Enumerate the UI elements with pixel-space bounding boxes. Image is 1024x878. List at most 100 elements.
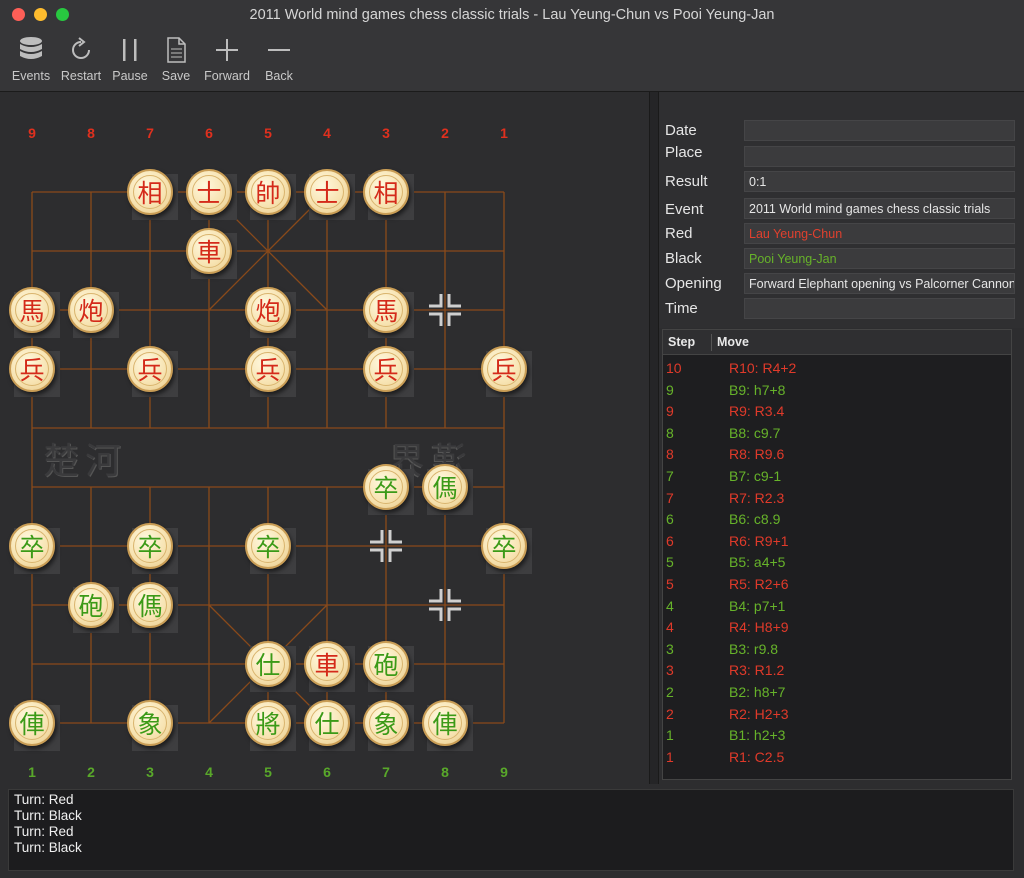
event-field[interactable]: 2011 World mind games chess classic tria… xyxy=(744,198,1015,219)
piece-red[interactable]: 馬 xyxy=(9,287,55,333)
piece-red[interactable]: 兵 xyxy=(245,346,291,392)
chess-board[interactable]: 楚河 漢界 987654321123456789相士帥士相車馬炮炮馬兵兵兵兵兵卒… xyxy=(3,92,645,784)
piece-character: 兵 xyxy=(373,356,399,385)
move-step: 1 xyxy=(666,727,674,744)
log-line: Turn: Black xyxy=(14,808,82,823)
move-row[interactable]: 6 B6: c8.9 xyxy=(663,509,1011,530)
opening-field[interactable]: Forward Elephant opening vs Palcorner Ca… xyxy=(744,273,1015,294)
move-notation: R9: R3.4 xyxy=(729,403,785,420)
move-row[interactable]: 5 B5: a4+5 xyxy=(663,552,1011,573)
move-row[interactable]: 9 R9: R3.4 xyxy=(663,401,1011,422)
piece-black[interactable]: 砲 xyxy=(363,641,409,687)
move-row[interactable]: 1 R1: C2.5 xyxy=(663,747,1011,768)
bottom-file-number: 6 xyxy=(323,764,331,780)
piece-black[interactable]: 傌 xyxy=(422,464,468,510)
forward-button[interactable]: Forward xyxy=(200,34,254,88)
piece-character: 卒 xyxy=(137,533,163,562)
save-label: Save xyxy=(161,69,191,83)
piece-character: 砲 xyxy=(373,651,399,680)
place-field[interactable] xyxy=(744,146,1015,167)
piece-character: 炮 xyxy=(255,297,281,326)
move-row[interactable]: 5 R5: R2+6 xyxy=(663,574,1011,595)
restart-button[interactable]: Restart xyxy=(57,34,105,88)
piece-red[interactable]: 兵 xyxy=(363,346,409,392)
move-column-header[interactable]: Move xyxy=(717,335,749,349)
time-field[interactable] xyxy=(744,298,1015,319)
pause-button[interactable]: Pause xyxy=(109,34,151,88)
piece-black[interactable]: 卒 xyxy=(127,523,173,569)
piece-black[interactable]: 砲 xyxy=(68,582,114,628)
back-button[interactable]: Back xyxy=(259,34,299,88)
events-label: Events xyxy=(11,69,51,83)
piece-black[interactable]: 象 xyxy=(127,700,173,746)
date-label: Date xyxy=(665,122,697,139)
move-row[interactable]: 2 R2: H2+3 xyxy=(663,704,1011,725)
piece-red[interactable]: 帥 xyxy=(245,169,291,215)
move-row[interactable]: 9 B9: h7+8 xyxy=(663,380,1011,401)
piece-black[interactable]: 卒 xyxy=(363,464,409,510)
move-step: 8 xyxy=(666,446,674,463)
move-step: 5 xyxy=(666,554,674,571)
move-row[interactable]: 7 R7: R2.3 xyxy=(663,488,1011,509)
game-info-panel: Date Place Result 0:1 Event 2011 World m… xyxy=(659,92,1024,328)
piece-red[interactable]: 炮 xyxy=(245,287,291,333)
move-step: 7 xyxy=(666,468,674,484)
piece-red[interactable]: 士 xyxy=(186,169,232,215)
move-row[interactable]: 4 B4: p7+1 xyxy=(663,596,1011,617)
move-row[interactable]: 3 R3: R1.2 xyxy=(663,660,1011,681)
move-row[interactable]: 2 B2: h8+7 xyxy=(663,682,1011,703)
piece-black[interactable]: 俥 xyxy=(422,700,468,746)
events-button[interactable]: Events xyxy=(8,34,54,88)
piece-red[interactable]: 相 xyxy=(127,169,173,215)
move-row[interactable]: 10 R10: R4+2 xyxy=(663,358,1011,379)
move-row[interactable]: 8 R8: R9.6 xyxy=(663,444,1011,465)
piece-black[interactable]: 卒 xyxy=(245,523,291,569)
piece-red[interactable]: 相 xyxy=(363,169,409,215)
move-row[interactable]: 6 R6: R9+1 xyxy=(663,531,1011,552)
moves-table[interactable]: Step Move 10 R10: R4+2 9 B9: h7+8 9 R9: R3.4 8… xyxy=(662,329,1012,780)
piece-black[interactable]: 將 xyxy=(245,700,291,746)
piece-black[interactable]: 卒 xyxy=(9,523,55,569)
step-column-header[interactable]: Step xyxy=(668,335,695,349)
piece-red[interactable]: 兵 xyxy=(9,346,55,392)
pause-icon xyxy=(109,34,151,66)
piece-black[interactable]: 仕 xyxy=(304,700,350,746)
piece-red[interactable]: 炮 xyxy=(68,287,114,333)
move-step: 4 xyxy=(666,619,674,636)
piece-black[interactable]: 仕 xyxy=(245,641,291,687)
piece-black[interactable]: 傌 xyxy=(127,582,173,628)
move-row[interactable]: 1 B1: h2+3 xyxy=(663,725,1011,746)
red-player-field[interactable]: Lau Yeung-Chun xyxy=(744,223,1015,244)
move-notation: B4: p7+1 xyxy=(729,597,786,614)
piece-character: 士 xyxy=(196,179,222,208)
piece-black[interactable]: 俥 xyxy=(9,700,55,746)
piece-red[interactable]: 兵 xyxy=(127,346,173,392)
result-field[interactable]: 0:1 xyxy=(744,171,1015,192)
piece-character: 俥 xyxy=(19,710,45,739)
piece-black[interactable]: 象 xyxy=(363,700,409,746)
red-player-label: Red xyxy=(665,225,693,242)
move-notation: B1: h2+3 xyxy=(729,727,786,744)
save-button[interactable]: Save xyxy=(156,34,196,88)
panel-splitter[interactable] xyxy=(649,92,659,784)
piece-red[interactable]: 馬 xyxy=(363,287,409,333)
move-row[interactable]: 7 B7: c9-1 xyxy=(663,466,1011,487)
piece-red[interactable]: 車 xyxy=(186,228,232,274)
document-icon xyxy=(156,34,196,66)
move-notation: R4: H8+9 xyxy=(729,619,789,636)
move-step: 6 xyxy=(666,532,674,549)
log-line: Turn: Red xyxy=(14,792,74,807)
piece-black[interactable]: 卒 xyxy=(481,523,527,569)
move-row[interactable]: 3 B3: r9.8 xyxy=(663,639,1011,660)
black-player-field[interactable]: Pooi Yeung-Jan xyxy=(744,248,1015,269)
top-file-number: 6 xyxy=(205,125,213,141)
date-field[interactable] xyxy=(744,120,1015,141)
move-notation: R10: R4+2 xyxy=(729,360,797,376)
move-row[interactable]: 4 R4: H8+9 xyxy=(663,617,1011,638)
piece-red[interactable]: 車 xyxy=(304,641,350,687)
place-label: Place xyxy=(665,144,703,161)
piece-red[interactable]: 士 xyxy=(304,169,350,215)
move-row[interactable]: 8 B8: c9.7 xyxy=(663,423,1011,444)
piece-red[interactable]: 兵 xyxy=(481,346,527,392)
restart-label: Restart xyxy=(60,69,102,83)
